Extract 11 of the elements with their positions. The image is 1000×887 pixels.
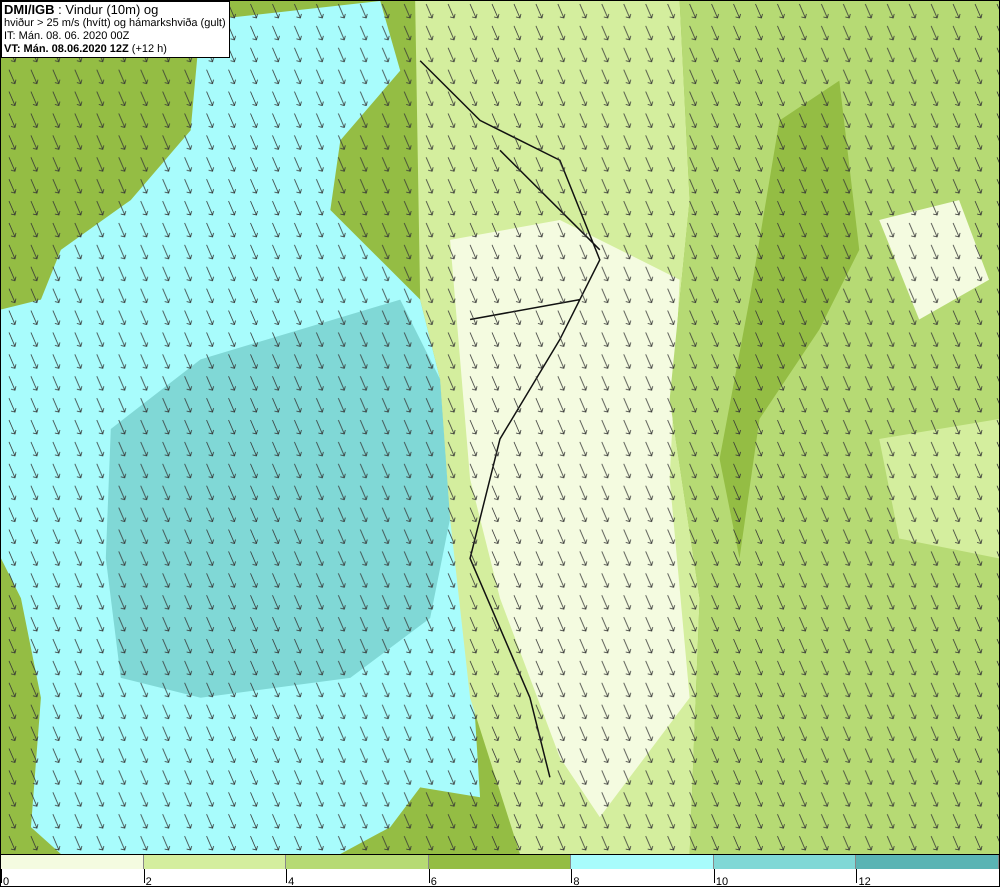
legend-label: 2 <box>144 876 152 886</box>
info-line: IT: Mán. 08. 06. 2020 00Z <box>4 30 130 43</box>
legend-label: 6 <box>430 876 437 886</box>
legend-label: 4 <box>287 876 294 886</box>
info-line: DMI/IGB : Vindur (10m) og <box>4 3 160 17</box>
legend-label: 8 <box>572 876 580 886</box>
legend-label: 12 <box>857 876 871 886</box>
legend-label: 10 <box>714 876 728 886</box>
legend-label: 0 <box>2 876 10 886</box>
info-line: hviður > 25 m/s (hvítt) og hámarkshviða (gult) <box>4 17 227 30</box>
info-line: VT: Mán. 08.06.2020 12Z (+12 h) <box>4 43 168 56</box>
